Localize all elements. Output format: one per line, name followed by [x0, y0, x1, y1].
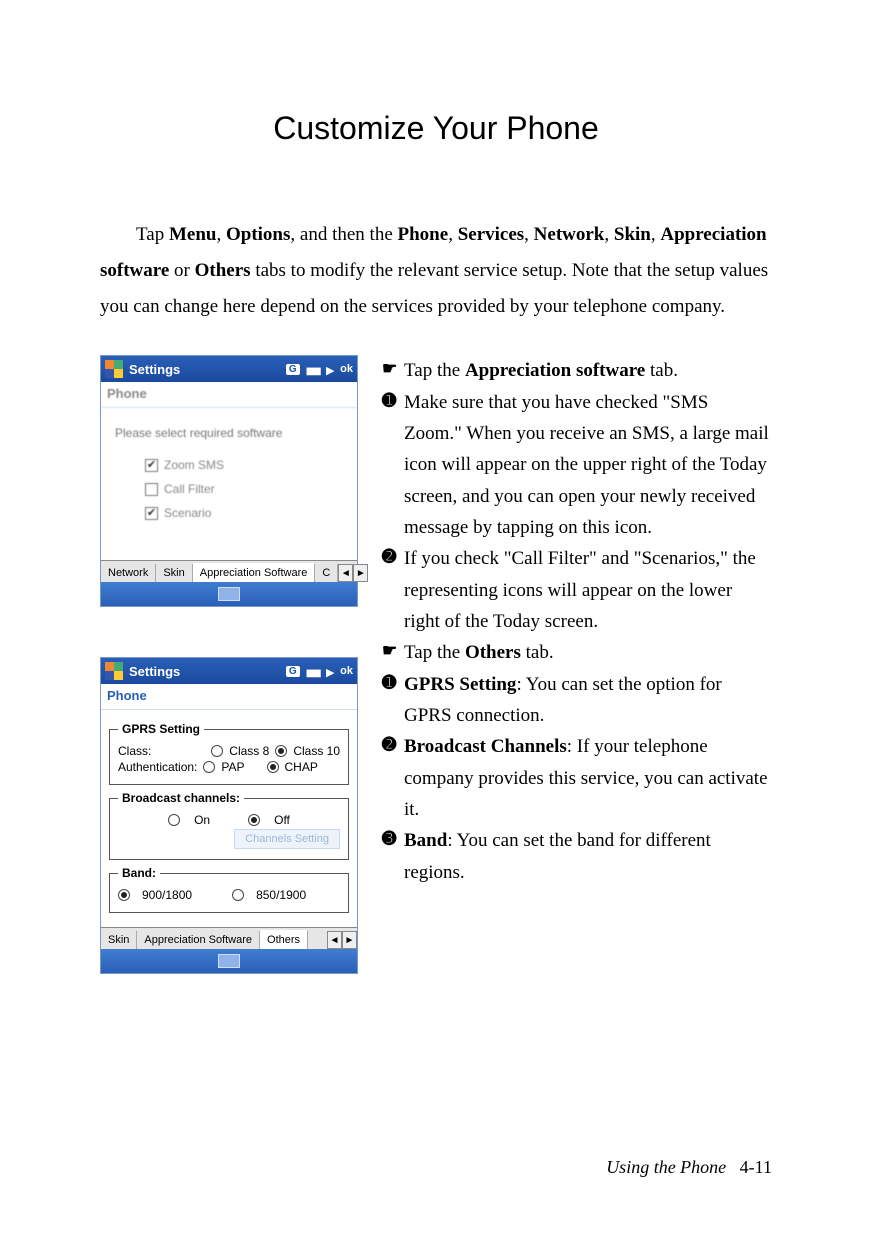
radio-class10[interactable]	[275, 745, 287, 757]
tab-scroll-right-icon[interactable]: ►	[342, 931, 357, 949]
start-icon[interactable]	[105, 662, 123, 680]
tab-appreciation-software[interactable]: Appreciation Software	[137, 931, 260, 949]
screenshot-others: Settings G ok Phone GPRS Setting Class:	[100, 657, 358, 974]
tab-strip: Skin Appreciation Software Others ◄ ►	[101, 927, 357, 949]
radio-label: PAP	[221, 760, 244, 774]
channels-setting-button: Channels Setting	[234, 829, 340, 849]
sip-bar	[101, 949, 357, 973]
sip-bar	[101, 582, 357, 606]
band-group: Band: 900/1800 850/1900	[109, 866, 349, 913]
checkbox-label: Call Filter	[164, 482, 215, 496]
window-title: Settings	[129, 664, 286, 679]
subheader: Phone	[101, 684, 357, 710]
radio-label: Class 8	[229, 744, 269, 758]
tab-skin[interactable]: Skin	[156, 564, 192, 582]
window-title: Settings	[129, 362, 286, 377]
tab-scroll-left-icon[interactable]: ◄	[327, 931, 342, 949]
band-legend: Band:	[118, 866, 160, 880]
keyboard-icon[interactable]	[218, 587, 240, 601]
tab-strip: Network Skin Appreciation Software C ◄ ►	[101, 560, 357, 582]
bullet-1-icon: ➊	[382, 669, 404, 697]
page-footer: Using the Phone 4-11	[606, 1157, 772, 1178]
tab-scroll-right-icon[interactable]: ►	[353, 564, 368, 582]
volume-icon[interactable]	[326, 362, 334, 377]
hand-icon	[382, 637, 404, 665]
tab-network[interactable]: Network	[101, 564, 156, 582]
checkbox-zoom-sms[interactable]: Zoom SMS	[145, 458, 347, 472]
checkbox-call-filter[interactable]: Call Filter	[145, 482, 347, 496]
radio-broadcast-off[interactable]	[248, 814, 260, 826]
signal-icon[interactable]	[306, 664, 320, 679]
tab-skin[interactable]: Skin	[101, 931, 137, 949]
gprs-setting-group: GPRS Setting Class: Class 8 Class 10 Aut…	[109, 722, 349, 785]
checkbox-icon[interactable]	[145, 507, 158, 520]
keyboard-icon[interactable]	[218, 954, 240, 968]
bullet-2-icon: ➋	[382, 731, 404, 759]
hand-icon	[382, 355, 404, 383]
tab-others[interactable]: Others	[260, 930, 308, 949]
tab-scroll-left-icon[interactable]: ◄	[338, 564, 353, 582]
signal-icon[interactable]	[306, 362, 320, 377]
volume-icon[interactable]	[326, 664, 334, 679]
gprs-legend: GPRS Setting	[118, 722, 204, 736]
radio-label: CHAP	[285, 760, 318, 774]
bullet-2-icon: ➋	[382, 543, 404, 571]
checkbox-icon[interactable]	[145, 483, 158, 496]
radio-band-850-1900[interactable]	[232, 889, 244, 901]
radio-label: Class 10	[293, 744, 340, 758]
radio-class8[interactable]	[211, 745, 223, 757]
bullet-1-icon: ➊	[382, 387, 404, 415]
tab-appreciation-software[interactable]: Appreciation Software	[193, 563, 316, 582]
broadcast-legend: Broadcast channels:	[118, 791, 244, 805]
screenshot-appreciation-software: Settings G ok Phone Please select requir…	[100, 355, 358, 607]
window-titlebar: Settings G ok	[101, 356, 357, 382]
broadcast-channels-group: Broadcast channels: On Off Channels Sett…	[109, 791, 349, 860]
auth-label: Authentication:	[118, 760, 197, 774]
radio-chap[interactable]	[267, 761, 279, 773]
ok-button[interactable]: ok	[340, 665, 353, 677]
ok-button[interactable]: ok	[340, 363, 353, 375]
page-title: Customize Your Phone	[100, 110, 772, 147]
radio-label: 900/1800	[142, 888, 192, 902]
intro-paragraph: Tap Menu, Options, and then the Phone, S…	[100, 217, 772, 325]
tab-extra[interactable]: C	[315, 564, 338, 582]
start-icon[interactable]	[105, 360, 123, 378]
bullet-3-icon: ➌	[382, 825, 404, 853]
prompt-text: Please select required software	[115, 426, 347, 440]
checkbox-label: Zoom SMS	[164, 458, 224, 472]
window-titlebar: Settings G ok	[101, 658, 357, 684]
radio-broadcast-on[interactable]	[168, 814, 180, 826]
subheader: Phone	[101, 382, 357, 408]
checkbox-scenario[interactable]: Scenario	[145, 506, 347, 520]
instructions-column: Tap the Appreciation software tab. ➊Make…	[382, 355, 772, 1024]
radio-pap[interactable]	[203, 761, 215, 773]
checkbox-icon[interactable]	[145, 459, 158, 472]
network-icon[interactable]: G	[286, 364, 300, 375]
checkbox-label: Scenario	[164, 506, 211, 520]
network-icon[interactable]: G	[286, 666, 300, 677]
radio-label: 850/1900	[256, 888, 306, 902]
class-label: Class:	[118, 744, 151, 758]
radio-label: On	[194, 813, 210, 827]
radio-label: Off	[274, 813, 290, 827]
radio-band-900-1800[interactable]	[118, 889, 130, 901]
